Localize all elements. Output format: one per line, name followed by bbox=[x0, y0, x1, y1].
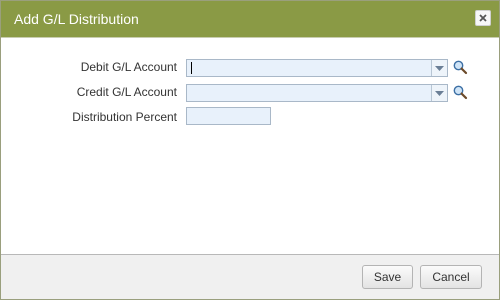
close-icon bbox=[479, 14, 487, 22]
distribution-percent-label: Distribution Percent bbox=[72, 110, 177, 124]
close-button[interactable] bbox=[475, 10, 491, 26]
dialog-footer: Save Cancel bbox=[1, 255, 499, 299]
chevron-down-icon bbox=[435, 91, 444, 96]
chevron-down-icon bbox=[435, 66, 444, 71]
search-icon[interactable] bbox=[452, 84, 468, 100]
debit-account-combo[interactable] bbox=[186, 59, 448, 77]
debit-account-label: Debit G/L Account bbox=[80, 60, 177, 74]
credit-account-label: Credit G/L Account bbox=[76, 85, 177, 99]
credit-account-dropdown-button[interactable] bbox=[431, 85, 447, 101]
dialog-titlebar: Add G/L Distribution bbox=[1, 1, 499, 37]
dialog-title: Add G/L Distribution bbox=[14, 11, 139, 27]
add-gl-distribution-dialog: Add G/L Distribution Debit G/L Account C… bbox=[0, 0, 500, 300]
cancel-button[interactable]: Cancel bbox=[420, 265, 482, 289]
search-icon[interactable] bbox=[452, 59, 468, 75]
titlebar-divider bbox=[1, 37, 499, 38]
distribution-percent-input[interactable] bbox=[186, 107, 271, 125]
credit-account-combo[interactable] bbox=[186, 84, 448, 102]
save-button[interactable]: Save bbox=[362, 265, 413, 289]
text-cursor bbox=[191, 62, 192, 74]
debit-account-dropdown-button[interactable] bbox=[431, 60, 447, 76]
